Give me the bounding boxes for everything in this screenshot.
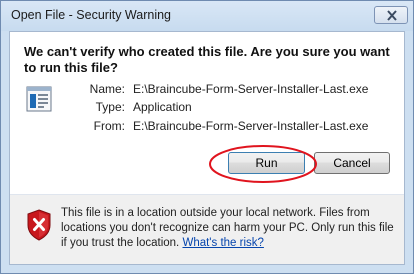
type-value: Application xyxy=(133,100,192,114)
security-shield-icon xyxy=(27,209,51,241)
cancel-button[interactable]: Cancel xyxy=(314,152,390,174)
warning-footer: This file is in a location outside your … xyxy=(10,195,404,264)
application-file-icon xyxy=(26,86,52,112)
close-icon xyxy=(387,10,397,21)
name-value: E:\Braincube-Form-Server-Installer-Last.… xyxy=(133,82,369,96)
window-title: Open File - Security Warning xyxy=(11,8,172,22)
warning-heading: We can't verify who created this file. A… xyxy=(24,44,390,75)
whats-the-risk-link[interactable]: What's the risk? xyxy=(182,237,263,249)
name-label: Name: xyxy=(89,82,125,96)
run-button[interactable]: Run xyxy=(228,152,305,174)
close-button[interactable] xyxy=(374,6,408,24)
type-label: Type: xyxy=(95,100,125,114)
location-warning-text: This file is in a location outside your … xyxy=(61,206,397,251)
security-warning-dialog: Open File - Security Warning We can't ve… xyxy=(0,0,414,274)
dialog-content: We can't verify who created this file. A… xyxy=(9,31,405,265)
title-bar: Open File - Security Warning xyxy=(1,1,413,31)
from-value: E:\Braincube-Form-Server-Installer-Last.… xyxy=(133,119,369,133)
from-label: From: xyxy=(93,119,125,133)
